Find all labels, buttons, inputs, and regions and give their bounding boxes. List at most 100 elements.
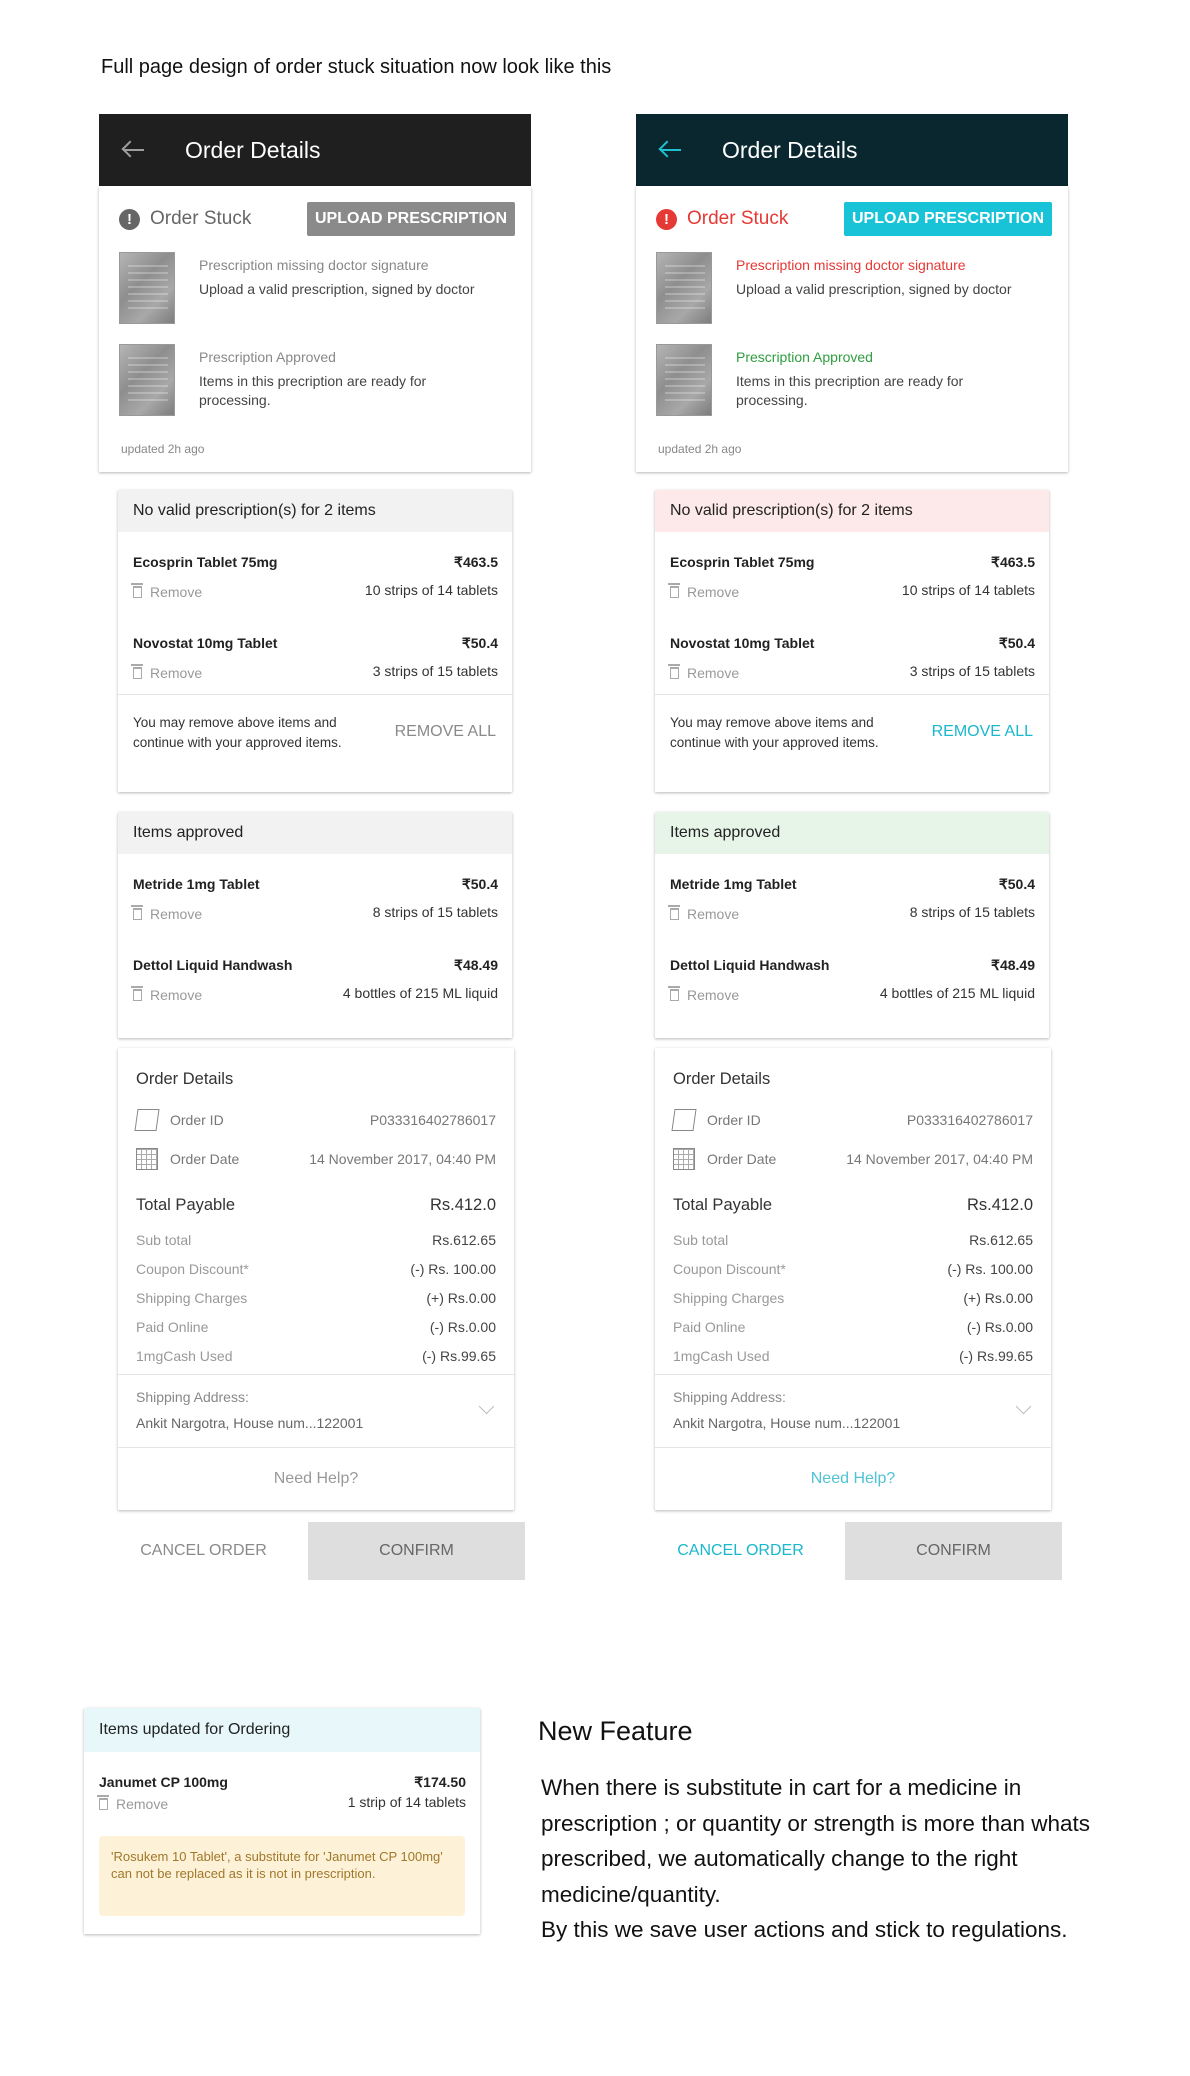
item-quantity: 4 bottles of 215 ML liquid bbox=[879, 985, 1035, 1001]
summary-value: (+) Rs.0.00 bbox=[426, 1290, 496, 1306]
item-name: Ecosprin Tablet 75mg bbox=[133, 554, 278, 570]
summary-label: 1mgCash Used bbox=[136, 1348, 233, 1364]
rx-status-desc: Upload a valid prescription, signed by d… bbox=[199, 281, 475, 297]
section-header: No valid prescription(s) for 2 items bbox=[118, 490, 512, 532]
total-payable-label: Total Payable bbox=[673, 1196, 773, 1214]
rx-status-desc: Items in this precription are ready for … bbox=[199, 373, 427, 408]
remove-button[interactable]: Remove bbox=[668, 583, 739, 600]
item-name: Dettol Liquid Handwash bbox=[133, 957, 293, 973]
remove-all-button[interactable]: REMOVE ALL bbox=[932, 723, 1033, 741]
remove-button[interactable]: Remove bbox=[668, 664, 739, 681]
shipping-address: Ankit Nargotra, House num...122001 bbox=[136, 1415, 364, 1431]
substitute-warning: 'Rosukem 10 Tablet', a substitute for 'J… bbox=[99, 1836, 465, 1916]
remove-hint: You may remove above items and continue … bbox=[133, 715, 342, 750]
prescription-thumbnail[interactable] bbox=[656, 344, 712, 416]
section-header: No valid prescription(s) for 2 items bbox=[655, 490, 1049, 532]
prescription-thumbnail[interactable] bbox=[656, 252, 712, 324]
order-stuck-card: ! Order Stuck UPLOAD PRESCRIPTION Prescr… bbox=[99, 186, 531, 472]
upload-prescription-button[interactable]: UPLOAD PRESCRIPTION bbox=[843, 202, 1052, 236]
summary-value: (-) Rs. 100.00 bbox=[410, 1261, 496, 1277]
section-header: Items approved bbox=[655, 812, 1049, 854]
item-quantity: 3 strips of 15 tablets bbox=[909, 663, 1035, 679]
alert-icon: ! bbox=[119, 208, 140, 230]
summary-label: 1mgCash Used bbox=[673, 1348, 770, 1364]
rx-status-title: Prescription Approved bbox=[736, 349, 873, 365]
list-item: Janumet CP 100mg ₹174.50 Remove 1 strip … bbox=[84, 1752, 480, 1824]
remove-button[interactable]: Remove bbox=[131, 905, 202, 922]
item-name: Novostat 10mg Tablet bbox=[133, 635, 278, 651]
shipping-address-row[interactable]: Shipping Address: Ankit Nargotra, House … bbox=[118, 1374, 514, 1448]
item-price: ₹50.4 bbox=[998, 635, 1035, 651]
summary-label: Sub total bbox=[673, 1232, 729, 1248]
chevron-down-icon[interactable] bbox=[478, 1398, 495, 1415]
summary-label: Shipping Charges bbox=[136, 1290, 248, 1306]
trash-icon bbox=[668, 986, 680, 1001]
package-icon bbox=[134, 1109, 160, 1131]
back-arrow-icon[interactable] bbox=[121, 137, 147, 163]
trash-icon bbox=[131, 664, 143, 679]
item-quantity: 8 strips of 15 tablets bbox=[372, 904, 498, 920]
remove-all-button[interactable]: REMOVE ALL bbox=[395, 723, 496, 741]
remove-button[interactable]: Remove bbox=[131, 986, 202, 1003]
upload-prescription-button[interactable]: UPLOAD PRESCRIPTION bbox=[306, 202, 515, 236]
summary-label: Coupon Discount* bbox=[136, 1261, 249, 1277]
invalid-items-card: No valid prescription(s) for 2 items Eco… bbox=[655, 490, 1049, 792]
confirm-button[interactable]: CONFIRM bbox=[308, 1522, 525, 1580]
chevron-down-icon[interactable] bbox=[1015, 1398, 1032, 1415]
shipping-address-row[interactable]: Shipping Address: Ankit Nargotra, House … bbox=[655, 1374, 1051, 1448]
remove-button[interactable]: Remove bbox=[668, 905, 739, 922]
total-payable-value: Rs.412.0 bbox=[429, 1196, 496, 1214]
list-item: Novostat 10mg Tablet ₹50.4 Remove 3 stri… bbox=[655, 613, 1049, 694]
item-name: Novostat 10mg Tablet bbox=[670, 635, 815, 651]
confirm-button[interactable]: CONFIRM bbox=[845, 1522, 1062, 1580]
alert-icon: ! bbox=[656, 208, 677, 230]
cancel-order-button[interactable]: CANCEL ORDER bbox=[99, 1522, 308, 1580]
bottom-bar: CANCEL ORDER CONFIRM bbox=[99, 1522, 531, 1580]
order-id-value: P033316402786017 bbox=[369, 1112, 496, 1128]
item-price: ₹48.49 bbox=[991, 957, 1035, 973]
total-payable-value: Rs.412.0 bbox=[966, 1196, 1033, 1214]
page-title: Order Details bbox=[185, 136, 321, 163]
need-help-link[interactable]: Need Help? bbox=[655, 1448, 1051, 1510]
shipping-label: Shipping Address: bbox=[673, 1389, 786, 1405]
remove-button[interactable]: Remove bbox=[668, 986, 739, 1003]
approved-items-card: Items approved Metride 1mg Tablet ₹50.4 … bbox=[655, 812, 1049, 1038]
back-arrow-icon[interactable] bbox=[658, 137, 684, 163]
list-item: Dettol Liquid Handwash ₹48.49 Remove 4 b… bbox=[118, 935, 512, 1016]
prescription-thumbnail[interactable] bbox=[119, 252, 175, 324]
summary-value: (-) Rs.99.65 bbox=[959, 1348, 1033, 1364]
order-id-label: Order ID bbox=[707, 1112, 761, 1128]
total-payable-label: Total Payable bbox=[136, 1196, 236, 1214]
list-item: Metride 1mg Tablet ₹50.4 Remove 8 strips… bbox=[118, 854, 512, 935]
order-date-value: 14 November 2017, 04:40 PM bbox=[846, 1151, 1033, 1167]
rx-status-desc: Items in this precription are ready for … bbox=[736, 373, 964, 408]
item-price: ₹48.49 bbox=[454, 957, 498, 973]
summary-value: (+) Rs.0.00 bbox=[963, 1290, 1033, 1306]
item-quantity: 10 strips of 14 tablets bbox=[901, 582, 1035, 598]
summary-label: Shipping Charges bbox=[673, 1290, 785, 1306]
section-header: Items approved bbox=[118, 812, 512, 854]
list-item: Ecosprin Tablet 75mg ₹463.5 Remove 10 st… bbox=[118, 532, 512, 613]
cancel-order-button[interactable]: CANCEL ORDER bbox=[636, 1522, 845, 1580]
remove-button[interactable]: Remove bbox=[97, 1795, 168, 1812]
order-stuck-card: ! Order Stuck UPLOAD PRESCRIPTION Prescr… bbox=[636, 186, 1068, 472]
remove-button[interactable]: Remove bbox=[131, 583, 202, 600]
remove-button[interactable]: Remove bbox=[131, 664, 202, 681]
rx-status-title: Prescription missing doctor signature bbox=[199, 257, 429, 273]
trash-icon bbox=[131, 986, 143, 1001]
order-details-title: Order Details bbox=[136, 1070, 234, 1088]
order-date-value: 14 November 2017, 04:40 PM bbox=[309, 1151, 496, 1167]
summary-value: (-) Rs.0.00 bbox=[429, 1319, 496, 1335]
order-details-card: Order Details Order ID P033316402786017 O… bbox=[655, 1048, 1051, 1510]
need-help-link[interactable]: Need Help? bbox=[118, 1448, 514, 1510]
item-price: ₹50.4 bbox=[461, 876, 498, 892]
rx-status-title: Prescription Approved bbox=[199, 349, 336, 365]
order-details-card: Order Details Order ID P033316402786017 O… bbox=[118, 1048, 514, 1510]
item-name: Metride 1mg Tablet bbox=[133, 876, 260, 892]
item-name: Ecosprin Tablet 75mg bbox=[670, 554, 815, 570]
summary-value: (-) Rs. 100.00 bbox=[947, 1261, 1033, 1277]
item-price: ₹50.4 bbox=[998, 876, 1035, 892]
prescription-thumbnail[interactable] bbox=[119, 344, 175, 416]
new-feature-title: New Feature bbox=[538, 1716, 693, 1746]
item-quantity: 10 strips of 14 tablets bbox=[364, 582, 498, 598]
